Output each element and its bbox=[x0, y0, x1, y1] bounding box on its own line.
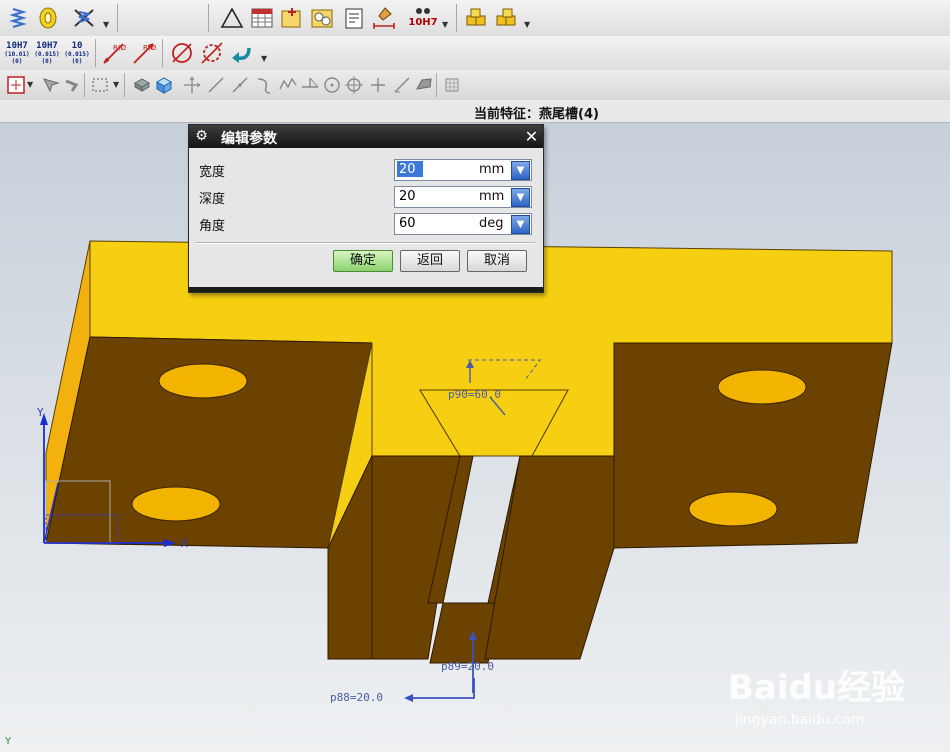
gear-icon[interactable]: ⚙ bbox=[193, 128, 210, 145]
width-label: 宽度 bbox=[199, 165, 226, 180]
select-point-icon[interactable] bbox=[2, 71, 30, 99]
chevron-down-icon[interactable]: ▼ bbox=[524, 20, 530, 29]
hole bbox=[158, 363, 248, 399]
chevron-down-icon[interactable]: ▼ bbox=[113, 80, 119, 89]
undo-arrow-icon[interactable] bbox=[228, 39, 256, 67]
part-tab-right-front bbox=[484, 455, 615, 660]
current-feature-text: 当前特征：燕尾槽(4) bbox=[474, 107, 599, 122]
back-button[interactable]: 返回 bbox=[400, 250, 460, 272]
dimension-p90[interactable]: p90=60.0 bbox=[448, 388, 501, 401]
assembly-icon[interactable] bbox=[462, 4, 490, 32]
chevron-down-icon[interactable]: ▼ bbox=[27, 80, 33, 89]
toolbar-separator bbox=[208, 4, 209, 32]
chevron-down-icon[interactable]: ▼ bbox=[103, 20, 109, 29]
axis-y-label: Y bbox=[37, 406, 44, 419]
table-icon[interactable] bbox=[248, 4, 276, 32]
tolerance-dropdown[interactable]: 10H7 bbox=[405, 4, 441, 32]
cancel-button[interactable]: 取消 bbox=[467, 250, 527, 272]
depth-field[interactable]: mm ▼ bbox=[394, 186, 532, 208]
toolbar-separator bbox=[124, 73, 125, 97]
dialog-bottom-bar bbox=[189, 287, 543, 292]
tolerance-a-button[interactable]: 10H7 (10.01) (0) bbox=[2, 39, 32, 67]
dropdown-arrow-icon[interactable]: ▼ bbox=[511, 215, 530, 234]
width-unit: mm bbox=[479, 162, 505, 177]
depth-label: 深度 bbox=[199, 192, 226, 207]
watermark-logo: Baidu经验 bbox=[728, 668, 906, 708]
tolerance-a-label: 10H7 bbox=[6, 40, 28, 51]
tolerance-b-button[interactable]: 10H7 (0.015) (0) bbox=[32, 39, 62, 67]
toolbar-row-1: ▼ 10H7 ▼ ▼ bbox=[0, 0, 950, 37]
ok-button[interactable]: 确定 bbox=[333, 250, 393, 272]
dialog-title: 编辑参数 bbox=[221, 131, 277, 147]
box-select-icon[interactable] bbox=[86, 71, 114, 99]
width-arrow bbox=[408, 678, 475, 699]
toolbar-row-3: ▼ ▼ bbox=[0, 70, 950, 101]
close-icon[interactable]: ✕ bbox=[523, 128, 540, 145]
surface-icon[interactable] bbox=[410, 71, 438, 99]
width-field[interactable]: mm ▼ bbox=[394, 159, 532, 181]
chevron-down-icon[interactable]: ▼ bbox=[261, 54, 267, 63]
tolerance-c-label: 10 bbox=[71, 40, 83, 51]
diameter-icon[interactable] bbox=[168, 39, 196, 67]
dialog-title-bar[interactable]: ⚙ 编辑参数 ✕ bbox=[189, 125, 543, 148]
tolerance-b-sub: (0.015) (0) bbox=[34, 50, 60, 65]
circles-icon[interactable] bbox=[308, 4, 336, 32]
angle-input[interactable] bbox=[397, 215, 479, 231]
toolbar-separator bbox=[117, 4, 118, 32]
hand-icon[interactable] bbox=[58, 71, 86, 99]
status-bar: 当前特征：燕尾槽(4) bbox=[0, 100, 950, 123]
depth-unit: mm bbox=[479, 189, 505, 204]
dropdown-arrow-icon[interactable]: ▼ bbox=[511, 188, 530, 207]
width-input[interactable] bbox=[397, 161, 423, 177]
radius-dimension-2-icon[interactable]: R(Ø) bbox=[130, 39, 158, 67]
width-arrow-head bbox=[404, 694, 413, 702]
svg-text:R(Ø): R(Ø) bbox=[113, 44, 127, 52]
hole bbox=[688, 491, 778, 527]
toolbar-separator bbox=[95, 39, 96, 67]
dimension-p88[interactable]: p88=20.0 bbox=[330, 691, 383, 704]
dimension-p89[interactable]: p89=20.0 bbox=[441, 660, 494, 673]
axis-x-label: X bbox=[181, 537, 188, 550]
triangle-icon[interactable] bbox=[218, 4, 246, 32]
toolbar-separator bbox=[84, 73, 85, 97]
tolerance-c-sub: (0.015) (0) bbox=[64, 50, 90, 65]
toolbar-separator bbox=[162, 39, 163, 67]
hole bbox=[717, 369, 807, 405]
toolbar-separator bbox=[436, 73, 437, 97]
angle-label: 角度 bbox=[199, 219, 226, 234]
assembly-add-icon[interactable] bbox=[492, 4, 520, 32]
depth-input[interactable] bbox=[397, 188, 479, 204]
toolbar-row-2: 10H7 (10.01) (0) 10H7 (0.015) (0) 10 (0.… bbox=[0, 36, 950, 71]
document-icon[interactable] bbox=[340, 4, 368, 32]
angle-field[interactable]: deg ▼ bbox=[394, 213, 532, 235]
hole bbox=[131, 486, 221, 522]
corner-axis-y-label: Y bbox=[5, 736, 12, 747]
toolbar-separator bbox=[456, 4, 457, 32]
spring-tool-icon[interactable] bbox=[70, 4, 98, 32]
tolerance-b-label: 10H7 bbox=[36, 40, 58, 51]
edit-params-dialog: ⚙ 编辑参数 ✕ 宽度 mm ▼ 深度 mm ▼ 角度 deg ▼ 确定 返回 … bbox=[188, 124, 544, 293]
dialog-divider bbox=[195, 242, 535, 244]
grid-icon[interactable] bbox=[438, 71, 466, 99]
angle-unit: deg bbox=[479, 216, 504, 231]
add-table-icon[interactable] bbox=[278, 4, 306, 32]
dropdown-arrow-icon[interactable]: ▼ bbox=[511, 161, 530, 180]
diameter-2-icon[interactable] bbox=[198, 39, 226, 67]
svg-text:R(Ø): R(Ø) bbox=[143, 44, 157, 52]
brush-dimension-icon[interactable] bbox=[370, 4, 398, 32]
tolerance-c-button[interactable]: 10 (0.015) (0) bbox=[62, 39, 92, 67]
solid-body-icon[interactable] bbox=[150, 71, 178, 99]
radius-dimension-icon[interactable]: R(Ø) bbox=[100, 39, 128, 67]
washer-icon[interactable] bbox=[34, 4, 62, 32]
chevron-down-icon[interactable]: ▼ bbox=[442, 20, 448, 29]
tolerance-a-sub: (10.01) (0) bbox=[4, 50, 30, 65]
tolerance-label: 10H7 bbox=[408, 17, 438, 28]
spring-icon[interactable] bbox=[4, 4, 32, 32]
watermark-url: jingyan.baidu.com bbox=[735, 712, 865, 728]
